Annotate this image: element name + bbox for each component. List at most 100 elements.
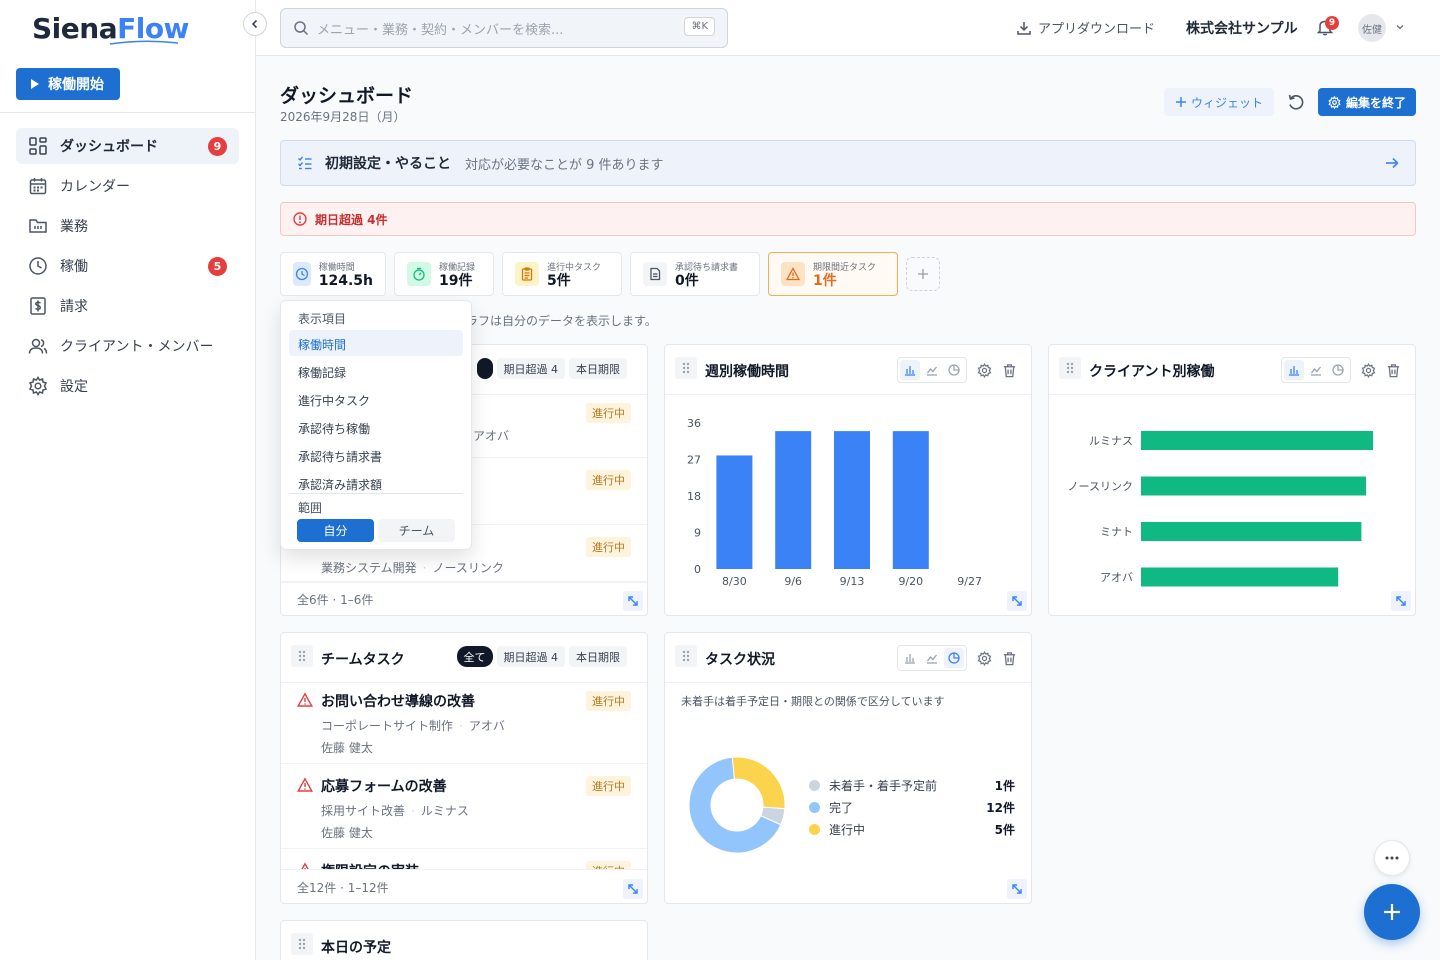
menu-item-active-tasks[interactable]: 進行中タスク bbox=[289, 386, 463, 412]
company-switcher[interactable]: 株式会社サンプル bbox=[1186, 18, 1298, 38]
task-row[interactable]: 応募フォームの改善 採用サイト改善 · ルミナス 佐藤 健太 進行中 bbox=[281, 764, 647, 849]
app-download-link[interactable]: アプリダウンロード bbox=[1016, 18, 1155, 37]
drag-handle-icon[interactable] bbox=[1059, 357, 1081, 379]
bar bbox=[1141, 567, 1339, 587]
x-tick-label: 9/13 bbox=[840, 575, 865, 588]
scope-me-button[interactable]: 自分 bbox=[297, 519, 374, 542]
expand-card-button[interactable] bbox=[1007, 879, 1027, 899]
expand-card-button[interactable] bbox=[1391, 591, 1411, 611]
card-title: クライアント別稼働 bbox=[1089, 364, 1215, 380]
drag-handle-icon[interactable] bbox=[675, 357, 697, 379]
stat-active-tasks[interactable]: 進行中タスク 5件 bbox=[502, 252, 622, 296]
finish-editing-button[interactable]: 編集を終了 bbox=[1318, 88, 1416, 116]
menu-item-pending-work[interactable]: 承認待ち稼働 bbox=[289, 414, 463, 440]
drag-handle-icon[interactable] bbox=[291, 933, 313, 955]
expand-card-button[interactable] bbox=[1007, 591, 1027, 611]
legend-value: 5件 bbox=[994, 823, 1015, 837]
sidebar-item-work[interactable]: 業務 bbox=[16, 208, 239, 244]
time-badge: 5 bbox=[208, 257, 227, 276]
chevron-down-icon[interactable] bbox=[1395, 22, 1405, 32]
chip-all[interactable]: 全て bbox=[456, 646, 493, 667]
task-client: ノースリンク bbox=[432, 561, 504, 575]
task-row[interactable]: 権限設定の実装 進行中 bbox=[281, 849, 647, 870]
start-work-button[interactable]: 稼働開始 bbox=[16, 68, 120, 100]
sidebar-item-settings[interactable]: 設定 bbox=[16, 368, 239, 404]
sidebar-item-label: クライアント・メンバー bbox=[60, 339, 214, 355]
task-status-donut bbox=[688, 756, 786, 854]
card-title: タスク状況 bbox=[705, 652, 775, 668]
line-chart-icon[interactable] bbox=[922, 360, 942, 380]
bar-chart-icon[interactable] bbox=[1284, 360, 1304, 380]
user-avatar[interactable]: 佐健 bbox=[1358, 14, 1386, 42]
menu-item-pending-invoices[interactable]: 承認待ち請求書 bbox=[289, 442, 463, 468]
stat-label: 稼働記録 bbox=[439, 262, 476, 273]
pie-chart-icon[interactable] bbox=[944, 648, 964, 668]
sidebar-item-clients-members[interactable]: クライアント・メンバー bbox=[16, 328, 239, 364]
more-actions-button[interactable] bbox=[1374, 840, 1410, 876]
search-box[interactable]: メニュー・業務・契約・メンバーを検索... ⌘K bbox=[280, 8, 728, 48]
separator-dot: · bbox=[411, 804, 415, 818]
category-label: ノースリンク bbox=[1068, 480, 1133, 493]
chip-overdue[interactable]: 期日超過 4 bbox=[496, 646, 565, 667]
plus-icon bbox=[1175, 97, 1186, 107]
gear-icon[interactable] bbox=[977, 650, 992, 666]
scope-team-button[interactable]: チーム bbox=[378, 519, 455, 542]
bar-chart-icon[interactable] bbox=[900, 360, 920, 380]
task-row[interactable]: お問い合わせ導線の改善 コーポレートサイト制作 · アオバ 佐藤 健太 進行中 bbox=[281, 679, 647, 764]
gear-icon[interactable] bbox=[1361, 362, 1376, 378]
client-hours-card: クライアント別稼働 ルミナス ノースリンク ミナト アオバ bbox=[1048, 344, 1416, 616]
stat-work-hours[interactable]: 稼働時間 124.5h bbox=[280, 252, 386, 296]
todo-message: 対応が必要なことが 9 件あります bbox=[465, 157, 664, 173]
sidebar-item-dashboard[interactable]: ダッシュボード 9 bbox=[16, 128, 239, 164]
create-fab-button[interactable] bbox=[1364, 884, 1420, 940]
stat-work-records[interactable]: 稼働記録 19件 bbox=[394, 252, 494, 296]
chip-overdue[interactable]: 期日超過 4 bbox=[496, 358, 565, 379]
trash-icon[interactable] bbox=[1002, 363, 1017, 378]
y-tick-label: 27 bbox=[687, 454, 701, 467]
trash-icon[interactable] bbox=[1386, 363, 1401, 378]
setup-todo-banner[interactable]: 初期設定・やること 対応が必要なことが 9 件あります bbox=[280, 140, 1416, 186]
legend-swatch bbox=[809, 824, 820, 835]
expand-icon bbox=[1396, 596, 1406, 606]
task-status-badge: 進行中 bbox=[586, 403, 631, 423]
menu-item-work-hours[interactable]: 稼働時間 bbox=[289, 330, 463, 356]
bar bbox=[716, 455, 753, 569]
overdue-alert[interactable]: 期日超過 4件 bbox=[280, 202, 1416, 236]
trash-icon[interactable] bbox=[1002, 651, 1017, 666]
chip-all[interactable] bbox=[476, 358, 493, 379]
page-date: 2026年9月28日（月） bbox=[280, 110, 406, 124]
legend-value: 12件 bbox=[986, 801, 1015, 815]
bar-chart-icon[interactable] bbox=[900, 648, 920, 668]
sidebar-item-calendar[interactable]: カレンダー bbox=[16, 168, 239, 204]
bar bbox=[1141, 522, 1362, 541]
chip-due-today[interactable]: 本日期限 bbox=[569, 646, 627, 667]
card-header: 週別稼働時間 bbox=[665, 345, 1031, 395]
sidebar-item-billing[interactable]: 請求 bbox=[16, 288, 239, 324]
drag-handle-icon[interactable] bbox=[675, 645, 697, 667]
x-tick-label: 8/30 bbox=[722, 575, 747, 588]
menu-item-work-records[interactable]: 稼働記録 bbox=[289, 358, 463, 384]
reset-layout-icon[interactable] bbox=[1286, 92, 1306, 112]
pie-chart-icon[interactable] bbox=[1328, 360, 1348, 380]
sidebar-item-time[interactable]: 稼働 5 bbox=[16, 248, 239, 284]
search-input[interactable]: メニュー・業務・契約・メンバーを検索... bbox=[317, 19, 563, 38]
chip-due-today[interactable]: 本日期限 bbox=[569, 358, 627, 379]
document-icon bbox=[643, 262, 667, 286]
drag-handle-icon[interactable] bbox=[291, 645, 313, 667]
task-status-note: 未着手は着手予定日・期限との関係で区分しています bbox=[681, 695, 945, 708]
line-chart-icon[interactable] bbox=[1306, 360, 1326, 380]
add-widget-button[interactable]: ウィジェット bbox=[1164, 88, 1274, 116]
expand-card-button[interactable] bbox=[623, 879, 643, 899]
pie-chart-icon[interactable] bbox=[944, 360, 964, 380]
stat-pending-invoices[interactable]: 承認待ち請求書 0件 bbox=[630, 252, 760, 296]
line-chart-icon[interactable] bbox=[922, 648, 942, 668]
task-project: 業務システム開発 bbox=[321, 561, 417, 575]
add-stat-button[interactable] bbox=[906, 257, 940, 291]
menu-divider bbox=[289, 493, 463, 494]
expand-card-button[interactable] bbox=[623, 591, 643, 611]
y-tick-label: 36 bbox=[687, 417, 701, 430]
sidebar-collapse-button[interactable] bbox=[243, 12, 267, 36]
stat-due-soon-tasks[interactable]: 期限間近タスク 1件 bbox=[768, 252, 898, 296]
gear-icon[interactable] bbox=[977, 362, 992, 378]
task-assignee: 佐藤 健太 bbox=[321, 741, 373, 755]
